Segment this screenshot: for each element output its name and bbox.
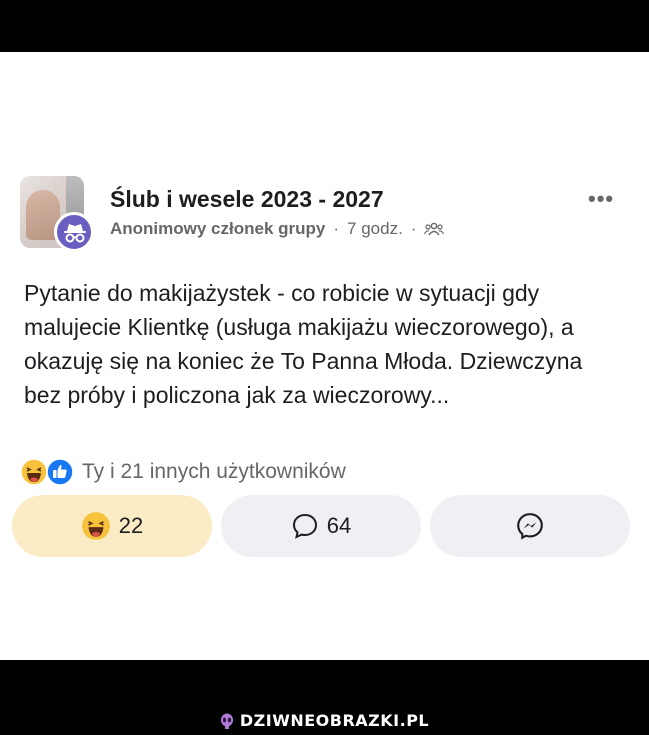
- meta-separator: ·: [333, 219, 340, 238]
- author-name[interactable]: Anonimowy członek grupy: [110, 219, 325, 239]
- group-name[interactable]: Ślub i wesele 2023 - 2027: [110, 186, 384, 213]
- reactions-summary[interactable]: Ty i 21 innych użytkowników: [20, 457, 346, 487]
- haha-icon: [81, 512, 110, 540]
- haha-icon: [20, 458, 48, 486]
- site-logo: DZIWNEOBRAZKI.PL: [220, 711, 429, 730]
- messenger-share-button[interactable]: [430, 495, 630, 557]
- like-icon: [46, 458, 74, 486]
- meta-separator-2: ·: [410, 219, 417, 238]
- comment-icon: [292, 513, 317, 539]
- alien-logo-icon: [220, 713, 233, 729]
- post-body: Pytanie do makijażystek - co robicie w s…: [24, 280, 583, 408]
- post-meta: Anonimowy członek grupy · 7 godz. ·: [110, 219, 445, 239]
- more-options-button[interactable]: •••: [588, 186, 614, 212]
- messenger-icon: [517, 513, 543, 540]
- comment-count: 64: [326, 513, 352, 538]
- reaction-button[interactable]: 22: [12, 495, 212, 557]
- anonymous-user-icon: [54, 212, 94, 252]
- post-time[interactable]: 7 godz.: [347, 219, 403, 239]
- logo-text: DZIWNEOBRAZKI.PL: [239, 711, 430, 730]
- group-audience-icon: [424, 222, 445, 236]
- reactions-summary-text: Ty i 21 innych użytkowników: [82, 460, 346, 483]
- reaction-count: 22: [118, 513, 144, 538]
- comment-button[interactable]: 64: [221, 495, 421, 557]
- watermark-footer: DZIWNEOBRAZKI.PL: [0, 706, 649, 735]
- post-avatar[interactable]: [20, 176, 100, 256]
